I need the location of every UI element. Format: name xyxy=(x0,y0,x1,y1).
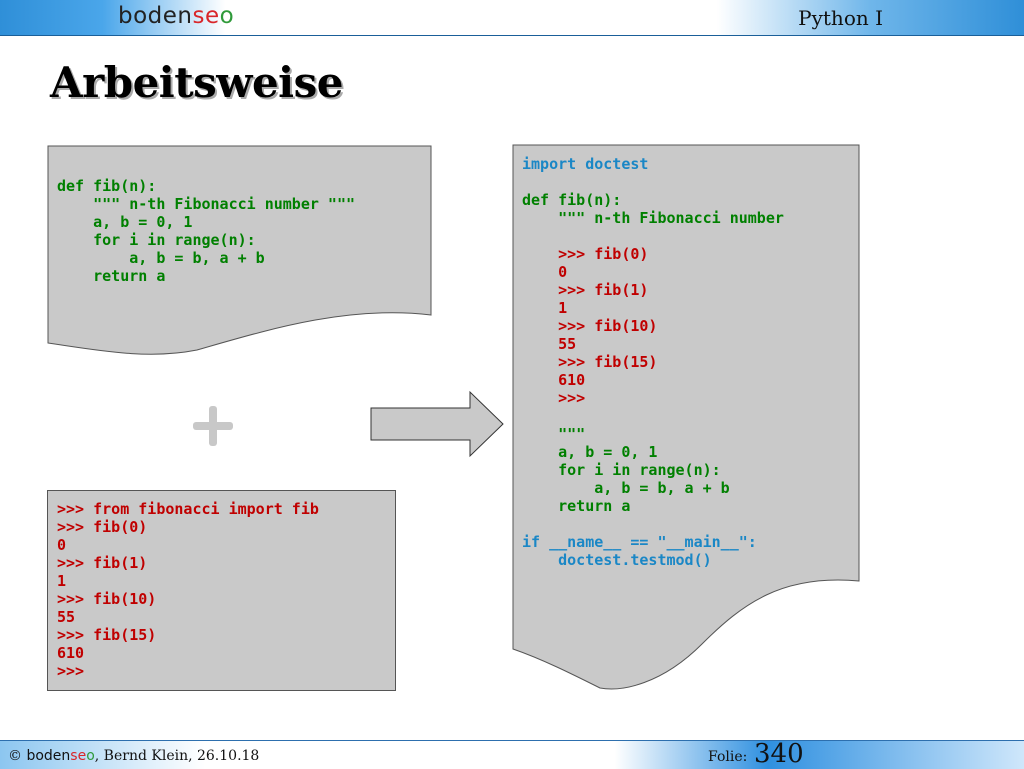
code-line: a, b = 0, 1 xyxy=(57,213,193,231)
footer-author-date: , Bernd Klein, 26.10.18 xyxy=(94,748,260,764)
folie-label: Folie: xyxy=(708,749,748,765)
copyright-symbol: © xyxy=(8,748,22,764)
code-line: >>> xyxy=(57,662,85,680)
footer-credits: © bodenseo, Bernd Klein, 26.10.18 xyxy=(8,748,259,764)
code-line: import doctest xyxy=(522,155,649,173)
arrow-right-icon xyxy=(370,390,504,458)
code-line: >>> xyxy=(522,389,586,407)
code-line: 610 xyxy=(57,644,85,662)
footer-brand: bodenseo xyxy=(26,748,94,764)
code-line: a, b = b, a + b xyxy=(57,249,265,267)
bodenseo-logo: bodenseo xyxy=(118,3,234,29)
course-title: Python I xyxy=(798,6,883,30)
code-line: """ xyxy=(522,425,586,443)
logo-part-3: o xyxy=(219,3,235,29)
code-line: return a xyxy=(57,267,166,285)
code-fib-function: def fib(n): """ n-th Fibonacci number ""… xyxy=(57,177,355,285)
code-line: 1 xyxy=(57,572,67,590)
code-line: 0 xyxy=(57,536,67,554)
footer-brand-part-3: o xyxy=(86,748,95,764)
code-line: >>> from fibonacci import fib xyxy=(57,500,319,518)
code-line: >>> fib(10) xyxy=(522,317,658,335)
logo-part-1: boden xyxy=(118,3,193,29)
code-line: a, b = 0, 1 xyxy=(522,443,658,461)
footer-brand-part-2: se xyxy=(70,748,87,764)
code-line: 610 xyxy=(522,371,586,389)
code-doctest-module: import doctest def fib(n): """ n-th Fibo… xyxy=(522,155,784,569)
code-line: >>> fib(0) xyxy=(57,518,148,536)
slide-number: 340 xyxy=(754,739,804,769)
slide-title: Arbeitsweise xyxy=(50,58,344,107)
code-line: if __name__ == "__main__": xyxy=(522,533,757,551)
code-line: 55 xyxy=(57,608,76,626)
logo-part-2: se xyxy=(192,3,220,29)
code-line: >>> fib(1) xyxy=(522,281,649,299)
code-line: >>> fib(1) xyxy=(57,554,148,572)
code-line: return a xyxy=(522,497,631,515)
code-line: for i in range(n): xyxy=(57,231,256,249)
plus-icon xyxy=(193,406,233,446)
code-line: doctest.testmod() xyxy=(522,551,712,569)
code-line: for i in range(n): xyxy=(522,461,721,479)
footer-brand-part-1: boden xyxy=(26,748,71,764)
code-line: >>> fib(10) xyxy=(57,590,157,608)
code-line: 1 xyxy=(522,299,568,317)
footer-bar: © bodenseo, Bernd Klein, 26.10.18 Folie:… xyxy=(0,739,1024,769)
header-bar: bodenseo Python I xyxy=(0,0,1024,36)
code-line: 55 xyxy=(522,335,577,353)
code-line: def fib(n): xyxy=(522,191,622,209)
code-line: >>> fib(15) xyxy=(57,626,157,644)
code-line: a, b = b, a + b xyxy=(522,479,730,497)
code-line: >>> fib(0) xyxy=(522,245,649,263)
code-interactive-session: >>> from fibonacci import fib >>> fib(0)… xyxy=(57,500,319,680)
code-line: >>> fib(15) xyxy=(522,353,658,371)
code-line: 0 xyxy=(522,263,568,281)
code-line: def fib(n): xyxy=(57,177,157,195)
code-line: """ n-th Fibonacci number """ xyxy=(57,195,356,213)
code-line: """ n-th Fibonacci number xyxy=(522,209,784,227)
